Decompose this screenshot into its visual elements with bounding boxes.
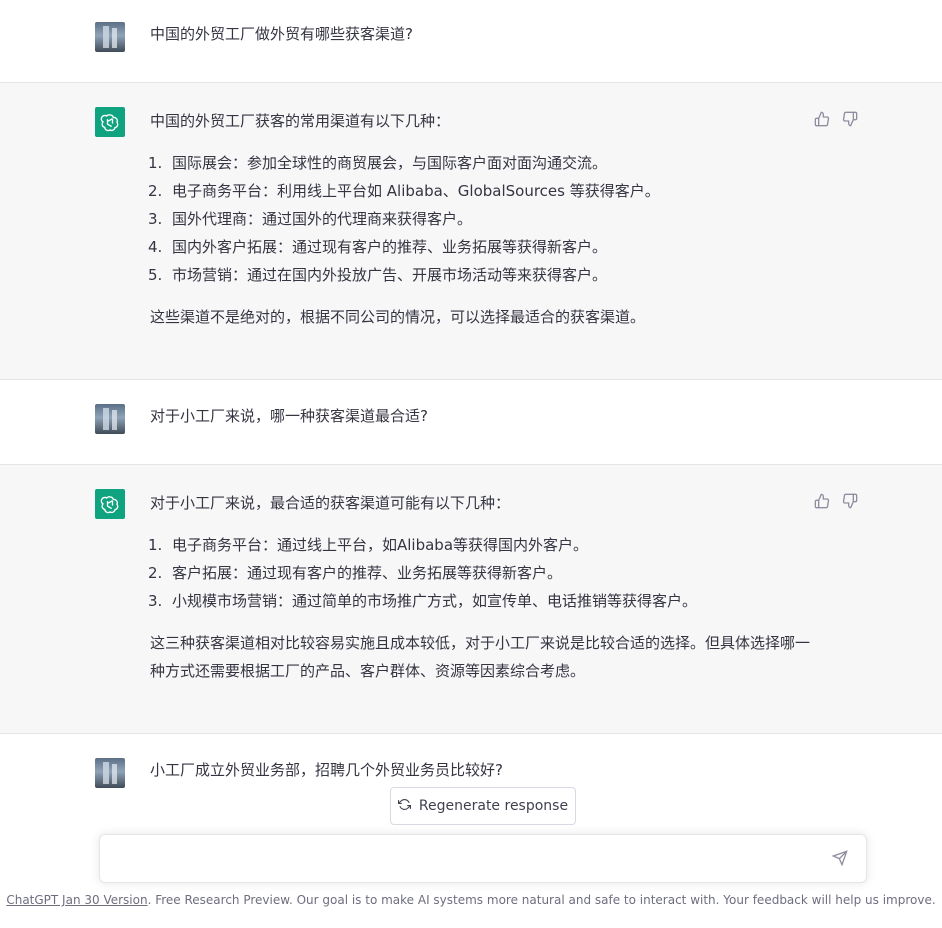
list-item-text: 市场营销：通过在国内外投放广告、开展市场活动等来获得客户。 <box>172 266 608 284</box>
openai-logo-icon <box>95 489 125 519</box>
regenerate-label: Regenerate response <box>418 798 569 814</box>
message-intro: 对于小工厂来说，最合适的获客渠道可能有以下几种： <box>150 494 511 512</box>
list-item-text: 国外代理商：通过国外的代理商来获得客户。 <box>172 210 473 228</box>
list-item-text: 电子商务平台：利用线上平台如 Alibaba、GlobalSources 等获得… <box>172 182 660 200</box>
footer-text: . Free Research Preview. Our goal is to … <box>147 893 936 907</box>
send-icon[interactable] <box>831 850 850 868</box>
version-link[interactable]: ChatGPT Jan 30 Version <box>6 893 147 907</box>
assistant-message-1: 中国的外贸工厂获客的常用渠道有以下几种： 1. 国际展会：参加全球性的商贸展会，与… <box>0 83 942 380</box>
list-item: 2. 电子商务平台：利用线上平台如 Alibaba、GlobalSources 等… <box>148 177 810 205</box>
user-avatar <box>95 758 125 788</box>
list-item: 3. 国外代理商：通过国外的代理商来获得客户。 <box>148 205 810 233</box>
thumbs-up-icon[interactable] <box>814 493 832 511</box>
list-number: 2. <box>148 182 163 200</box>
list-number: 1. <box>148 154 163 172</box>
thumbs-up-icon[interactable] <box>814 111 832 129</box>
message-text: 小工厂成立外贸业务部，招聘几个外贸业务员比较好? <box>150 761 503 779</box>
assistant-message-2: 对于小工厂来说，最合适的获客渠道可能有以下几种： 1. 电子商务平台：通过线上平台… <box>0 465 942 734</box>
list-number: 4. <box>148 238 163 256</box>
thumbs-down-icon[interactable] <box>842 493 860 511</box>
message-text: 对于小工厂来说，哪一种获客渠道最合适? <box>150 407 428 425</box>
user-message-text: 中国的外贸工厂做外贸有哪些获客渠道? <box>150 20 810 48</box>
prompt-input-box <box>99 834 867 883</box>
message-intro: 中国的外贸工厂获客的常用渠道有以下几种： <box>150 112 451 130</box>
list-item-text: 小规模市场营销：通过简单的市场推广方式，如宣传单、电话推销等获得客户。 <box>172 592 698 610</box>
message-outro: 这三种获客渠道相对比较容易实施且成本较低，对于小工厂来说是比较合适的选择。但具体… <box>150 634 811 680</box>
openai-logo-icon <box>95 107 125 137</box>
list-item: 3. 小规模市场营销：通过简单的市场推广方式，如宣传单、电话推销等获得客户。 <box>148 587 810 615</box>
list-item-text: 客户拓展：通过现有客户的推荐、业务拓展等获得新客户。 <box>172 564 563 582</box>
list-item: 2. 客户拓展：通过现有客户的推荐、业务拓展等获得新客户。 <box>148 559 810 587</box>
message-outro: 这些渠道不是绝对的，根据不同公司的情况，可以选择最适合的获客渠道。 <box>150 308 646 326</box>
list-number: 2. <box>148 564 163 582</box>
prompt-input[interactable] <box>114 847 818 873</box>
list-item-text: 电子商务平台：通过线上平台，如Alibaba等获得国内外客户。 <box>172 536 589 554</box>
user-avatar <box>95 404 125 434</box>
footer-disclaimer: ChatGPT Jan 30 Version. Free Research Pr… <box>0 893 942 907</box>
user-avatar <box>95 22 125 52</box>
list-item: 1. 国际展会：参加全球性的商贸展会，与国际客户面对面沟通交流。 <box>148 149 810 177</box>
list-number: 3. <box>148 592 163 610</box>
feedback-buttons <box>814 111 860 129</box>
list-item-text: 国内外客户拓展：通过现有客户的推荐、业务拓展等获得新客户。 <box>172 238 608 256</box>
list-number: 1. <box>148 536 163 554</box>
list-item: 5. 市场营销：通过在国内外投放广告、开展市场活动等来获得客户。 <box>148 261 810 289</box>
user-message-text: 对于小工厂来说，哪一种获客渠道最合适? <box>150 402 810 430</box>
message-text: 中国的外贸工厂做外贸有哪些获客渠道? <box>150 25 413 43</box>
user-message-2: 对于小工厂来说，哪一种获客渠道最合适? <box>0 380 942 465</box>
list-number: 5. <box>148 266 163 284</box>
user-message-1: 中国的外贸工厂做外贸有哪些获客渠道? <box>0 0 942 83</box>
thumbs-down-icon[interactable] <box>842 111 860 129</box>
list-number: 3. <box>148 210 163 228</box>
assistant-message-content: 对于小工厂来说，最合适的获客渠道可能有以下几种： 1. 电子商务平台：通过线上平台… <box>148 489 811 685</box>
numbered-list: 1. 国际展会：参加全球性的商贸展会，与国际客户面对面沟通交流。 2. 电子商务平台… <box>148 149 810 289</box>
feedback-buttons <box>814 493 860 511</box>
assistant-message-content: 中国的外贸工厂获客的常用渠道有以下几种： 1. 国际展会：参加全球性的商贸展会，与… <box>148 107 810 331</box>
list-item: 1. 电子商务平台：通过线上平台，如Alibaba等获得国内外客户。 <box>148 531 810 559</box>
user-message-text: 小工厂成立外贸业务部，招聘几个外贸业务员比较好? <box>150 756 810 784</box>
list-item-text: 国际展会：参加全球性的商贸展会，与国际客户面对面沟通交流。 <box>172 154 608 172</box>
regenerate-button[interactable]: Regenerate response <box>390 787 576 825</box>
list-item: 4. 国内外客户拓展：通过现有客户的推荐、业务拓展等获得新客户。 <box>148 233 810 261</box>
refresh-icon <box>397 798 411 815</box>
numbered-list: 1. 电子商务平台：通过线上平台，如Alibaba等获得国内外客户。 2. 客户拓展… <box>148 531 810 615</box>
